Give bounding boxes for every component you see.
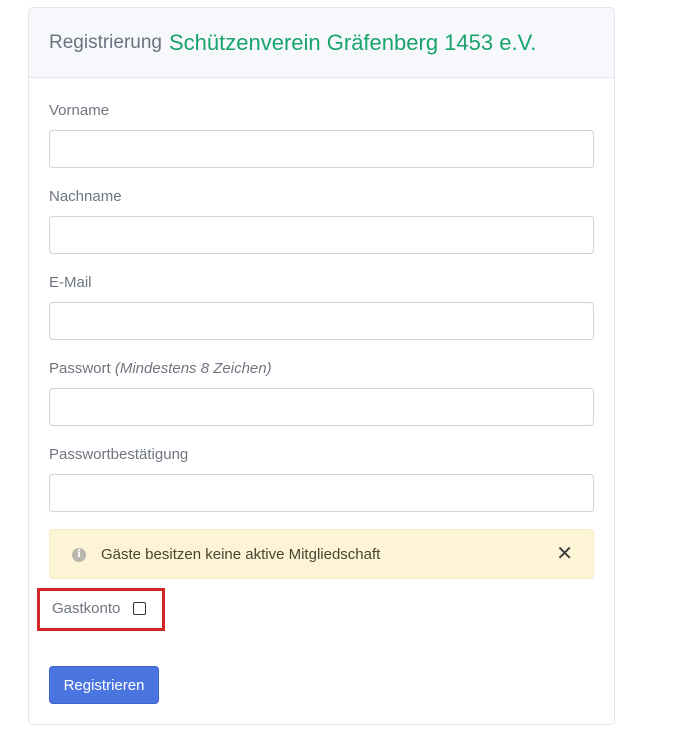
password-label-text: Passwort: [49, 360, 111, 377]
last-name-input[interactable]: [49, 216, 594, 254]
first-name-input[interactable]: [49, 130, 594, 168]
first-name-label: Vorname: [49, 102, 110, 119]
password-label: Passwort (Mindestens 8 Zeichen): [49, 360, 272, 377]
page-title-prefix: Registrierung: [49, 31, 162, 53]
registration-card: Registrierung Schützenverein Gräfenberg …: [28, 7, 615, 725]
guest-info-alert: i Gäste besitzen keine aktive Mitgliedsc…: [49, 529, 594, 579]
guest-account-highlight: Gastkonto: [37, 588, 165, 631]
email-label: E-Mail: [49, 274, 92, 291]
last-name-label: Nachname: [49, 188, 122, 205]
guest-account-label: Gastkonto: [52, 600, 121, 617]
password-hint: (Mindestens 8 Zeichen): [114, 360, 272, 377]
close-icon[interactable]: ✕: [556, 544, 573, 564]
club-name: Schützenverein Gräfenberg 1453 e.V.: [169, 29, 537, 55]
password-confirm-input[interactable]: [49, 474, 594, 512]
password-input[interactable]: [49, 388, 594, 426]
alert-message: Gäste besitzen keine aktive Mitgliedscha…: [101, 546, 381, 563]
register-button[interactable]: Registrieren: [49, 666, 159, 704]
info-icon: i: [72, 548, 86, 562]
card-header: Registrierung Schützenverein Gräfenberg …: [29, 8, 614, 78]
guest-account-checkbox[interactable]: [133, 602, 146, 615]
password-confirm-label: Passwortbestätigung: [49, 446, 189, 463]
email-input[interactable]: [49, 302, 594, 340]
